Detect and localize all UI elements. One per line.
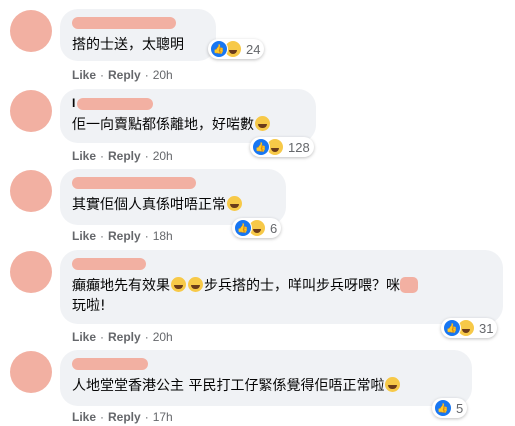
- laughing-emoji: [385, 377, 401, 392]
- comment-actions: Like · Reply · 20h: [72, 68, 173, 82]
- text-redacted: [400, 277, 418, 293]
- like-reaction-icon: 👍: [434, 399, 452, 417]
- comment-text-line-2: 玩啦!: [72, 298, 106, 314]
- rofl-emoji: [188, 277, 203, 292]
- laughing-emoji: [227, 196, 242, 211]
- reply-link[interactable]: Reply: [108, 330, 141, 344]
- avatar[interactable]: [10, 251, 52, 293]
- comment-bubble: 搭的士送，太聰明: [60, 9, 216, 61]
- comment-text: 搭的士送，太聰明: [72, 37, 184, 53]
- reaction-count: 31: [479, 320, 494, 336]
- reaction-count: 24: [246, 41, 261, 57]
- comment-actions: Like · Reply · 20h: [72, 330, 173, 344]
- avatar[interactable]: [10, 351, 52, 393]
- reply-link[interactable]: Reply: [108, 68, 141, 82]
- reply-link[interactable]: Reply: [108, 410, 141, 424]
- reaction-summary[interactable]: 👍 6: [232, 218, 282, 238]
- reply-link[interactable]: Reply: [108, 149, 141, 163]
- comment-bubble: 人地堂堂香港公主 平民打工仔緊係覺得佢唔正常啦: [60, 350, 472, 406]
- reaction-count: 6: [270, 220, 278, 236]
- comment-text: 人地堂堂香港公主 平民打工仔緊係覺得佢唔正常啦: [72, 376, 460, 396]
- comment-bubble: 其實佢個人真係咁唔正常: [60, 169, 286, 225]
- like-link[interactable]: Like: [72, 229, 96, 243]
- like-reaction-icon: 👍: [210, 40, 228, 58]
- reaction-summary[interactable]: 👍 128: [250, 137, 314, 157]
- like-link[interactable]: Like: [72, 68, 96, 82]
- timestamp[interactable]: 20h: [153, 149, 173, 163]
- timestamp[interactable]: 18h: [153, 229, 173, 243]
- comment-bubble: 癲癲地先有效果 步兵搭的士，咩叫步兵呀喂？咪 玩啦!: [60, 250, 503, 324]
- reaction-count: 5: [456, 400, 464, 416]
- avatar[interactable]: [10, 90, 52, 132]
- comment-text: 其實佢個人真係咁唔正常: [72, 195, 274, 215]
- reaction-summary[interactable]: 👍 5: [432, 398, 468, 418]
- author-name-redacted[interactable]: [72, 258, 146, 270]
- reaction-count: 128: [288, 139, 310, 155]
- comment-text: 佢一向賣點都係離地，好啱數: [72, 115, 304, 135]
- author-name-redacted[interactable]: [72, 177, 196, 189]
- like-link[interactable]: Like: [72, 149, 96, 163]
- laughing-emoji: [255, 116, 270, 131]
- like-reaction-icon: 👍: [252, 138, 270, 156]
- author-name-initial[interactable]: I: [72, 97, 75, 109]
- reaction-summary[interactable]: 👍 24: [208, 39, 265, 59]
- comment-bubble: I 佢一向賣點都係離地，好啱數: [60, 89, 316, 143]
- reply-link[interactable]: Reply: [108, 229, 141, 243]
- like-reaction-icon: 👍: [443, 319, 461, 337]
- timestamp[interactable]: 20h: [153, 330, 173, 344]
- comment-text-line-1: 癲癲地先有效果 步兵搭的士，咩叫步兵呀喂？咪: [72, 276, 491, 296]
- like-reaction-icon: 👍: [234, 219, 252, 237]
- like-link[interactable]: Like: [72, 410, 96, 424]
- reaction-summary[interactable]: 👍 31: [441, 318, 498, 338]
- avatar[interactable]: [10, 170, 52, 212]
- avatar[interactable]: [10, 10, 52, 52]
- author-name-redacted[interactable]: [77, 98, 154, 110]
- comment-actions: Like · Reply · 18h: [72, 229, 173, 243]
- like-link[interactable]: Like: [72, 330, 96, 344]
- author-name-redacted[interactable]: [72, 17, 176, 29]
- comment-actions: Like · Reply · 17h: [72, 410, 173, 424]
- comment-actions: Like · Reply · 20h: [72, 149, 173, 163]
- timestamp[interactable]: 20h: [153, 68, 173, 82]
- timestamp[interactable]: 17h: [153, 410, 173, 424]
- author-name-redacted[interactable]: [72, 358, 148, 370]
- rofl-emoji: [171, 277, 186, 292]
